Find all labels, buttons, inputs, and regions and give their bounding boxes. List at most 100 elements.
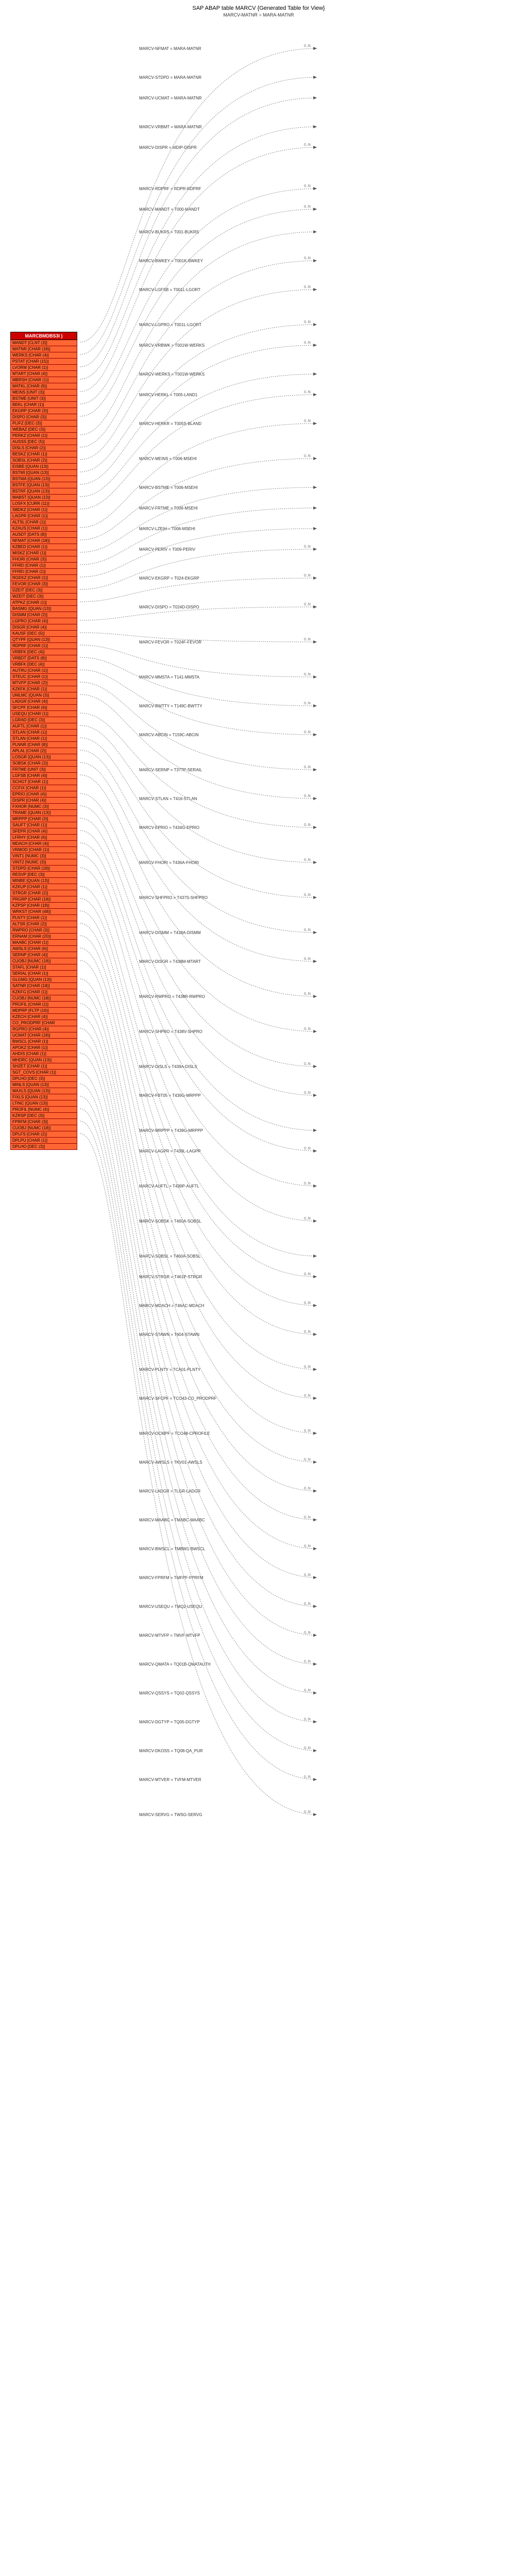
link-label: MARCV-MDACH = T46AC-MDACH [139,1303,204,1308]
cardinality: 0..N [304,143,311,147]
cardinality: 0..N [304,44,311,48]
left-table-row: LGPRO [CHAR (4)] [10,618,77,624]
cardinality: 0..N [304,1330,311,1334]
cardinality: 0..N [304,320,311,324]
left-table-row: MDPRP [FLTP (16)] [10,1008,77,1014]
left-table-row: DPLHO [DEC (3)] [10,1144,77,1150]
cardinality: 0..N [304,341,311,345]
left-table-row: STAFL [CHAR (1)] [10,964,77,971]
link-label: MARCV-BWSCL = TMBW1-BWSCL [139,1547,205,1551]
cardinality: 0..N [304,1775,311,1779]
left-table-row: KAUSF [DEC (5)] [10,631,77,637]
cardinality: 0..N [304,1301,311,1305]
cardinality: 0..N [304,1516,311,1519]
left-table-row: STDPD [CHAR (18)] [10,866,77,872]
left-table-row: PLNNR [CHAR (8)] [10,742,77,748]
link-label: MARCV-MAABC = TMABC-MAABC [139,1518,205,1522]
link-label: MARCV-MEINS = T006-MSEHI [139,456,197,461]
left-table-row: ALTSL [CHAR (1)] [10,519,77,526]
left-table-row: MDACH [CHAR (4)] [10,841,77,847]
left-table-row: AUSSS [DEC (5)] [10,439,77,445]
link-label: MARCV-NFMAT = MARA-MATNR [139,46,201,51]
left-table-row: STRGR [CHAR (2)] [10,890,77,896]
left-table-row: BSTME [UNIT (3)] [10,396,77,402]
link-label: MARCV-LGPRO = T001L-LGORT [139,323,201,327]
left-table-row: AUSDT [DATS (8)] [10,532,77,538]
link-label: MARCV-DISPO = T024D-DISPO [139,605,199,609]
cardinality: 0..N [304,1217,311,1221]
left-table-row: GLGMG [QUAN (13)] [10,977,77,983]
left-table-row: QTYPF [QUAN (13)] [10,637,77,643]
cardinality: 0..N [304,1487,311,1490]
link-label: MARCV-BSTME = T006-MSEHI [139,485,198,490]
cardinality: 0..N [304,205,311,209]
cardinality: 0..N [304,702,311,705]
left-table-row: SOBSL [CHAR (2)] [10,457,77,464]
cardinality: 0..N [304,545,311,549]
cardinality: 0..N [304,1458,311,1462]
link-label: MARCV-QSSYS = TQ02-QSSYS [139,1691,200,1696]
left-table-row: KZKUP [CHAR (1)] [10,884,77,890]
left-table-row: PRGRP [CHAR (18)] [10,896,77,903]
left-table-row: DISPO [CHAR (3)] [10,414,77,420]
left-table-row: BASMG [QUAN (13)] [10,606,77,612]
left-table-row: LGRAD [DEC (3)] [10,717,77,723]
left-table-row: MEINS [UNIT (3)] [10,389,77,396]
link-label: MARCV-DISGR = T438M-MTART [139,959,201,964]
cardinality: 0..N [304,1573,311,1577]
left-table-row: APOKZ [CHAR (1)] [10,1045,77,1051]
link-label: MARCV-ABCIN = T159C-ABCIN [139,733,199,737]
left-table-row: SATNR [CHAR (18)] [10,983,77,989]
left-table-row: FXHOR [NUMC (3)] [10,804,77,810]
left-table-row: DPLFS [CHAR (2)] [10,1131,77,1138]
left-table-row: MATKL [CHAR (9)] [10,383,77,389]
cardinality: 0..N [304,638,311,641]
left-table-row: RWPRO [CHAR (3)] [10,927,77,934]
cardinality: 0..N [304,1545,311,1548]
cardinality: 0..N [304,1365,311,1369]
link-label: MARCV-FHORI = T436A-FHORI [139,860,199,865]
cardinality: 0..N [304,673,311,676]
left-table-row: WZEIT [DEC (3)] [10,594,77,600]
link-label: MARCV-SFCPF = TCO43-CO_PRODPRF [139,1396,216,1401]
link-label: MARCV-STLAN = T416-STLAN [139,796,197,801]
cardinality: 0..N [304,1147,311,1150]
left-table-row: DISGR [CHAR (4)] [10,624,77,631]
link-label: MARCV-LADGR = TLGR-LADGR [139,1489,200,1494]
left-table-row: UCMAT [CHAR (18)] [10,1032,77,1039]
cardinality: 0..N [304,1718,311,1721]
left-table-row: APLAL [CHAR (2)] [10,748,77,754]
left-table-row: BESKZ [CHAR (1)] [10,451,77,457]
cardinality: 0..N [304,574,311,578]
left-table-row: BSTMA [QUAN (13)] [10,476,77,482]
left-table-row: LTINC [QUAN (13)] [10,1100,77,1107]
cardinality: 0..N [304,928,311,932]
left-table-row: SFCPF [CHAR (6)] [10,705,77,711]
link-label: MARCV-FEVOR = T024F-FEVOR [139,640,201,645]
cardinality: 0..N [304,1631,311,1635]
link-label: MARCV-EKGRP = T024-EKGRP [139,576,199,581]
link-label: MARCV-RDPRF = RDPR-RDPRF [139,187,201,191]
link-label: MARCV-OCMPF = TCO48-CPROFILE [139,1431,210,1436]
left-table-row: DPLPU [CHAR (1)] [10,1138,77,1144]
link-label: MARCV-WERKS = T001W-WERKS [139,372,205,377]
left-table-row: ATPKZ [CHAR (1)] [10,600,77,606]
left-table-row: FIXLS [QUAN (13)] [10,1094,77,1100]
left-table-row: BSTRF [QUAN (13)] [10,488,77,495]
cardinality: 0..N [304,419,311,423]
cardinality: 0..N [304,184,311,188]
link-label: MARCV-SHPRO = T438V-SHPRO [139,1029,202,1034]
left-table-row: RESVP [DEC (3)] [10,872,77,878]
left-table-row: EPRIO [CHAR (4)] [10,791,77,798]
link-label: MARCV-AUFTL = T439P-AUFTL [139,1184,199,1189]
left-table-row: VRBFK [DEC (4)] [10,649,77,655]
cardinality: 0..N [304,1429,311,1433]
link-label: MARCV-MANDT = T000-MANDT [139,207,200,212]
link-label: MARCV-DKOSS = TQ08-QA_PUR [139,1749,203,1753]
link-label: MARCV-FRTME = T006-MSEHI [139,506,198,511]
left-table-row: FFREI [CHAR (1)] [10,563,77,569]
cardinality: 0..N [304,1273,311,1276]
left-table-row: KZRSP [DEC (3)] [10,1113,77,1119]
link-label: MARCV-HERKL = T005-LAND1 [139,393,197,397]
left-table-row: MTART [CHAR (4)] [10,371,77,377]
